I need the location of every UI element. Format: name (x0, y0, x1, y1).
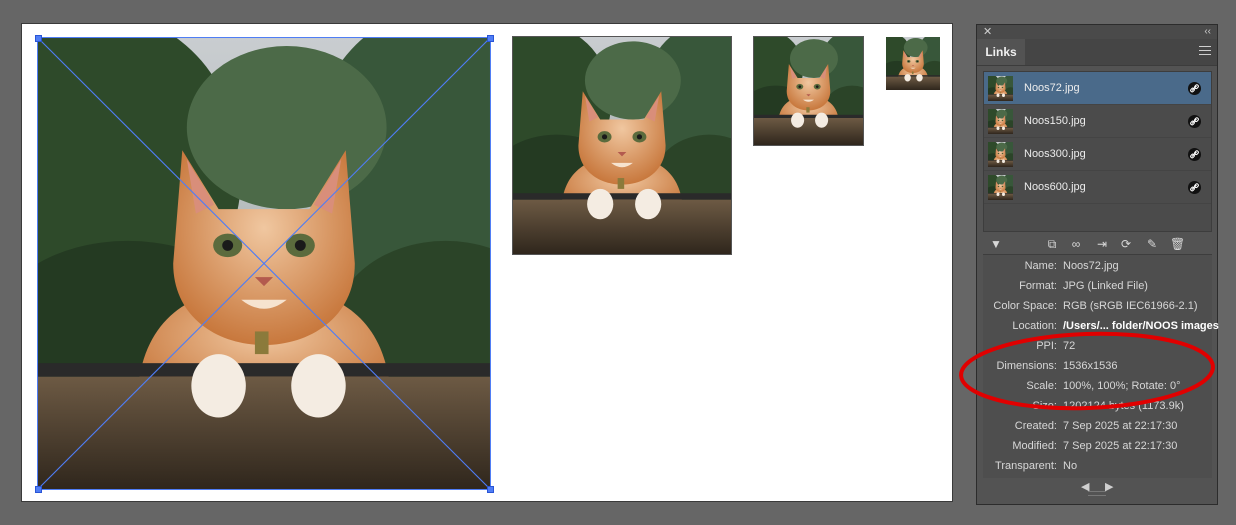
update-link-icon[interactable]: ⟳ (1119, 237, 1133, 251)
tab-links[interactable]: Links (977, 39, 1025, 65)
cat-photo (513, 37, 731, 254)
info-location: Location:/Users/... folder/NOOS images (983, 316, 1219, 336)
link-status-icon (1188, 148, 1201, 161)
next-icon[interactable]: ▶ (1105, 480, 1113, 493)
info-colorspace: Color Space: RGB (sRGB IEC61966-2.1) (993, 300, 1198, 312)
panel-title-bar: ✕ ‹‹ (977, 25, 1217, 39)
collapse-icon[interactable]: ‹‹ (1204, 25, 1211, 39)
relink-icon[interactable]: ∞ (1069, 237, 1083, 251)
info-created: Created: 7 Sep 2025 at 22:17:30 (1014, 420, 1178, 432)
goto-link-icon[interactable]: ⇥ (1095, 237, 1109, 251)
selection-handle-tr[interactable] (487, 35, 494, 42)
cat-photo (754, 37, 863, 145)
link-info-section: Name: Noos72.jpg Format: JPG (Linked File)… (983, 254, 1219, 478)
panel-menu-icon[interactable] (1199, 46, 1211, 57)
link-name: Noos600.jpg (1024, 181, 1086, 193)
info-size: Size: 1202124 bytes (1173.9k) (1032, 400, 1184, 412)
link-thumbnail (988, 76, 1013, 101)
placed-image-noos72[interactable] (37, 37, 491, 490)
link-name: Noos72.jpg (1024, 82, 1080, 94)
disclosure-triangle-icon[interactable]: ▼ (989, 237, 1003, 251)
link-name: Noos300.jpg (1024, 148, 1086, 160)
link-row-noos600[interactable]: Noos600.jpg (984, 171, 1211, 204)
info-scale: Scale: 100%, 100%; Rotate: 0° (1026, 380, 1181, 392)
artboard[interactable] (22, 24, 952, 501)
location-link[interactable]: /Users/... folder/NOOS images (1063, 316, 1219, 336)
trash-icon[interactable]: 🗑 (1170, 237, 1185, 251)
link-status-icon (1188, 181, 1201, 194)
link-row-noos300[interactable]: Noos300.jpg (984, 138, 1211, 171)
cat-photo (886, 37, 940, 90)
close-icon[interactable]: ✕ (983, 25, 992, 39)
placed-image-noos600[interactable] (886, 37, 940, 90)
selection-handle-br[interactable] (487, 486, 494, 493)
link-name: Noos150.jpg (1024, 115, 1086, 127)
selection-handle-tl[interactable] (35, 35, 42, 42)
placed-image-noos150[interactable] (513, 37, 731, 254)
panel-tab-row: Links (977, 39, 1217, 66)
info-nav: ◀ ▶ (977, 477, 1217, 499)
info-name: Name: Noos72.jpg (1024, 260, 1119, 272)
cc-libraries-icon[interactable]: ⧉ (1045, 237, 1059, 251)
info-modified: Modified: 7 Sep 2025 at 22:17:30 (1012, 440, 1178, 452)
links-panel: ✕ ‹‹ Links Noos72.jpg Noos150.jpg Noos30… (976, 24, 1219, 505)
link-row-noos72[interactable]: Noos72.jpg (984, 72, 1211, 105)
placed-image-noos300[interactable] (754, 37, 863, 145)
info-dimensions: Dimensions: 1536x1536 (996, 360, 1118, 372)
edit-original-icon[interactable]: ✎ (1145, 237, 1159, 251)
info-transparent: Transparent: No (995, 460, 1078, 472)
link-row-noos150[interactable]: Noos150.jpg (984, 105, 1211, 138)
link-thumbnail (988, 142, 1013, 167)
link-status-icon (1188, 82, 1201, 95)
link-thumbnail (988, 175, 1013, 200)
link-status-icon (1188, 115, 1201, 128)
selection-frame (37, 37, 491, 490)
selection-handle-bl[interactable] (35, 486, 42, 493)
links-toolbar: ▼ ⧉ ∞ ⇥ ⟳ ✎ 🗑 (983, 234, 1212, 254)
info-format: Format: JPG (Linked File) (1019, 280, 1148, 292)
links-list: Noos72.jpg Noos150.jpg Noos300.jpg Noos6… (983, 71, 1212, 232)
info-ppi: PPI: 72 (1036, 340, 1076, 352)
link-thumbnail (988, 109, 1013, 134)
resize-grip-icon[interactable] (1088, 491, 1106, 496)
